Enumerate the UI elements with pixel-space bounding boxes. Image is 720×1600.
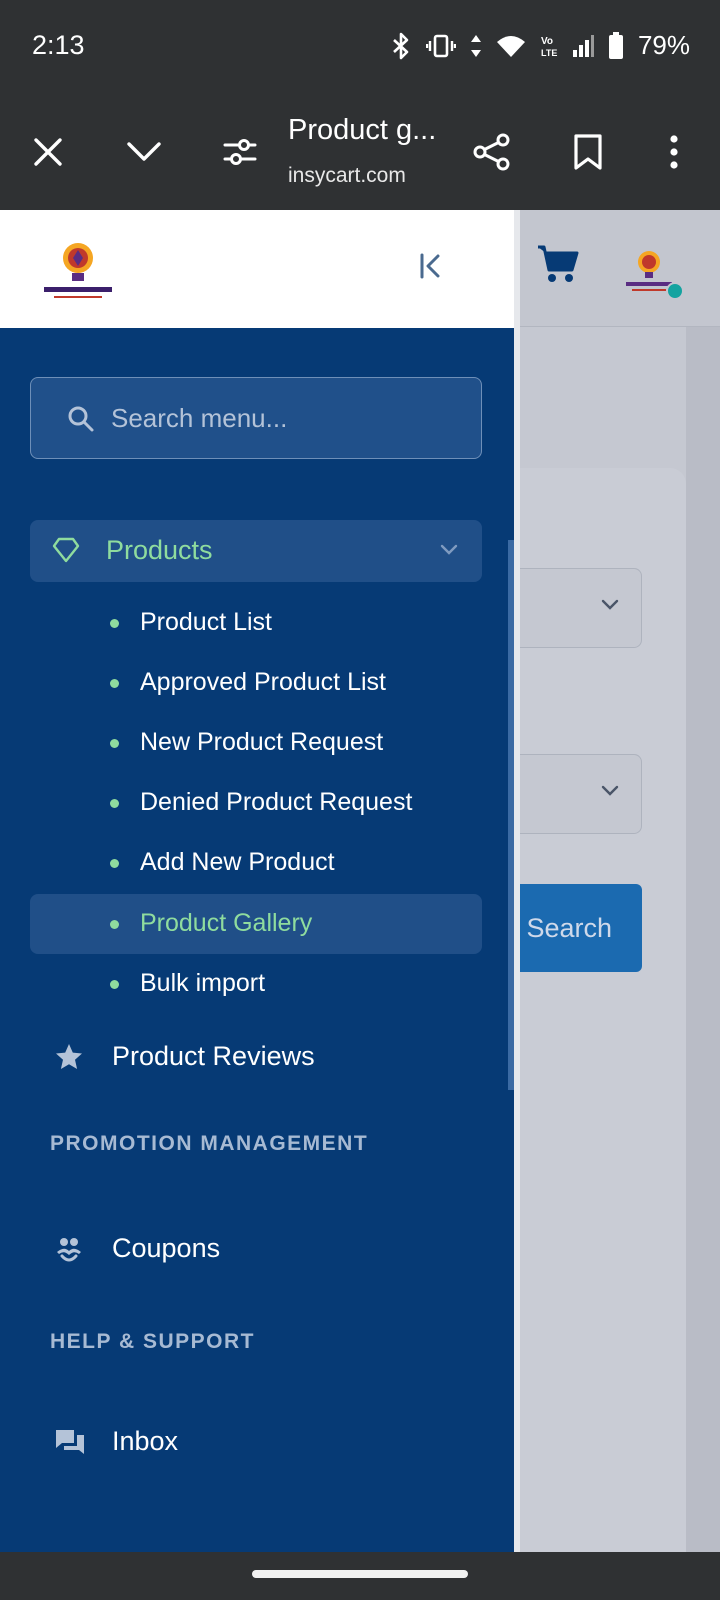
signal-icon [572, 34, 594, 57]
wifi-icon [496, 35, 525, 57]
chevron-down-icon [127, 142, 161, 161]
volte-icon: VoLTE [541, 36, 557, 58]
tune-icon [223, 139, 257, 165]
vibrate-icon [425, 34, 456, 57]
bullet-dot [110, 920, 119, 929]
status-bar: 2:13 Vo LTE 79% [0, 0, 720, 96]
chevron-down-icon [601, 599, 619, 610]
users-icon [57, 1238, 81, 1262]
search-icon [68, 406, 94, 432]
sidebar-item-label: Approved Product List [140, 668, 386, 696]
cart-icon [538, 245, 579, 282]
collapse-icon [420, 253, 440, 279]
sidebar-item-label: Denied Product Request [140, 788, 413, 816]
sidebar: Products Product List Approved Product L… [0, 210, 520, 1552]
page-edge [686, 327, 720, 1552]
online-status-dot [666, 282, 684, 300]
bullet-dot [110, 799, 119, 808]
status-icons: Vo LTE 79% [390, 30, 690, 61]
sidebar-item-denied-product-request[interactable]: Denied Product Request [30, 773, 482, 833]
battery-percent: 79% [637, 30, 690, 60]
sidebar-item-label: Product List [140, 608, 273, 636]
more-options-button[interactable] [648, 126, 700, 178]
home-gesture-handle[interactable] [252, 1570, 468, 1578]
more-vert-icon [670, 135, 678, 169]
sidebar-scrollbar[interactable] [508, 540, 514, 1090]
sidebar-item-label: Add New Product [140, 848, 335, 876]
section-title-promotion: PROMOTION MANAGEMENT [50, 1132, 369, 1155]
sidebar-item-label: Inbox [112, 1426, 179, 1456]
share-button[interactable] [466, 126, 518, 178]
system-nav-bar [0, 1552, 720, 1600]
sidebar-item-label: Product Reviews [112, 1041, 315, 1071]
page-info-button[interactable] [214, 126, 266, 178]
brand-logo-icon [44, 243, 112, 298]
page-title[interactable]: Product g... [288, 114, 436, 147]
sidebar-item-products[interactable]: Products [30, 520, 482, 582]
sidebar-item-bulk-import[interactable]: Bulk import [30, 954, 482, 1014]
cart-button[interactable] [536, 244, 580, 289]
bullet-dot [110, 679, 119, 688]
close-tab-button[interactable] [22, 126, 74, 178]
share-icon [473, 133, 510, 171]
close-icon [34, 138, 62, 166]
bullet-dot [110, 619, 119, 628]
chevron-down-icon [601, 785, 619, 796]
data-arrows-icon [470, 34, 481, 57]
sidebar-item-inbox[interactable]: Inbox [30, 1411, 482, 1473]
bookmark-icon [574, 134, 602, 170]
section-title-help: HELP & SUPPORT [50, 1330, 255, 1353]
sidebar-item-product-gallery[interactable]: Product Gallery [30, 894, 482, 954]
status-time: 2:13 [32, 30, 85, 60]
sidebar-item-add-new-product[interactable]: Add New Product [30, 833, 482, 893]
sidebar-item-label: Coupons [112, 1233, 221, 1263]
sidebar-header [0, 210, 514, 328]
bullet-dot [110, 739, 119, 748]
sidebar-item-product-reviews[interactable]: Product Reviews [30, 1026, 482, 1088]
diamond-icon [52, 537, 80, 563]
search-menu-input[interactable] [111, 378, 471, 458]
sidebar-item-label: New Product Request [140, 728, 384, 756]
svg-text:LTE: LTE [541, 48, 557, 58]
search-menu-field[interactable] [30, 377, 482, 459]
page-url[interactable]: insycart.com [288, 164, 406, 188]
chat-icon [56, 1430, 84, 1454]
star-icon [56, 1044, 82, 1069]
sidebar-item-approved-product-list[interactable]: Approved Product List [30, 653, 482, 713]
sidebar-item-new-product-request[interactable]: New Product Request [30, 713, 482, 773]
bullet-dot [110, 980, 119, 989]
sidebar-item-label: Product Gallery [140, 909, 313, 937]
minimize-button[interactable] [118, 126, 170, 178]
chevron-down-icon [440, 544, 458, 555]
sidebar-item-product-list[interactable]: Product List [30, 593, 482, 653]
sidebar-item-label: Products [106, 535, 213, 565]
bookmark-button[interactable] [562, 126, 614, 178]
brand-logo[interactable] [40, 236, 120, 306]
collapse-sidebar-button[interactable] [418, 252, 444, 285]
sidebar-item-label: Bulk import [140, 969, 266, 997]
bullet-dot [110, 859, 119, 868]
battery-icon [608, 31, 623, 59]
browser-toolbar: Product g... insycart.com [0, 96, 720, 210]
svg-text:Vo: Vo [541, 36, 553, 47]
sidebar-item-coupons[interactable]: Coupons [30, 1218, 482, 1280]
bluetooth-icon [393, 32, 409, 59]
